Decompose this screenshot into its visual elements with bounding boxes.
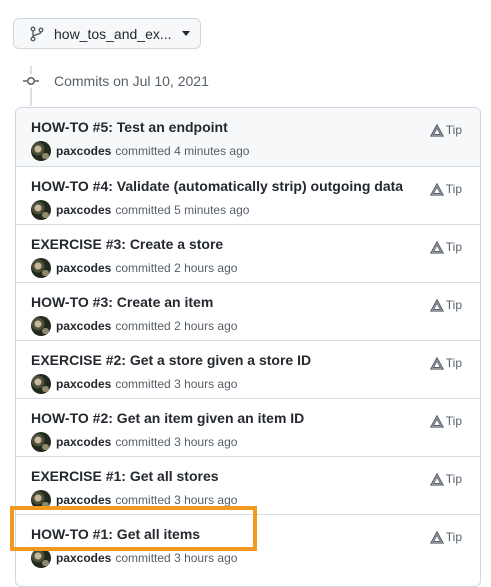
commit-title-link[interactable]: EXERCISE #2: Get a store given a store I…: [31, 352, 311, 368]
commit-row: HOW-TO #2: Get an item given an item ID …: [16, 398, 480, 456]
avatar[interactable]: [31, 374, 51, 394]
tip-button[interactable]: Tip: [429, 414, 462, 428]
commit-verb: committed: [115, 377, 171, 391]
commit-author[interactable]: paxcodes: [56, 144, 111, 158]
commit-time: 3 hours ago: [174, 551, 238, 565]
commit-author[interactable]: paxcodes: [56, 435, 111, 449]
commit-time: 4 minutes ago: [174, 144, 250, 158]
git-branch-icon: [30, 26, 44, 42]
commit-verb: committed: [115, 261, 171, 275]
tip-label: Tip: [445, 182, 462, 196]
tip-icon: [429, 530, 444, 544]
commit-meta: paxcodes committed 2 hours ago: [31, 258, 237, 278]
tip-button[interactable]: Tip: [429, 123, 462, 137]
commit-time: 3 hours ago: [174, 377, 238, 391]
avatar[interactable]: [31, 432, 51, 452]
commit-verb: committed: [115, 144, 171, 158]
commit-title-link[interactable]: HOW-TO #5: Test an endpoint: [31, 119, 228, 135]
tip-button[interactable]: Tip: [429, 356, 462, 370]
tip-label: Tip: [445, 414, 462, 428]
commit-verb: committed: [115, 319, 171, 333]
commit-author[interactable]: paxcodes: [56, 377, 111, 391]
git-commit-icon: [21, 74, 41, 88]
commit-meta: paxcodes committed 3 hours ago: [31, 548, 237, 568]
commit-row: HOW-TO #1: Get all items paxcodes commit…: [16, 514, 480, 572]
commit-time: 2 hours ago: [174, 261, 238, 275]
commit-time: 5 minutes ago: [174, 203, 250, 217]
chevron-down-icon: [181, 31, 190, 36]
commit-row: EXERCISE #1: Get all stores paxcodes com…: [16, 456, 480, 514]
tip-icon: [429, 298, 444, 312]
commits-date-header: Commits on Jul 10, 2021: [54, 73, 209, 89]
commit-meta: paxcodes committed 2 hours ago: [31, 316, 237, 336]
commit-time: 3 hours ago: [174, 493, 238, 507]
tip-label: Tip: [445, 472, 462, 486]
commit-list: HOW-TO #5: Test an endpoint paxcodes com…: [15, 107, 481, 587]
tip-label: Tip: [445, 240, 462, 254]
tip-label: Tip: [445, 298, 462, 312]
tip-label: Tip: [445, 123, 462, 137]
avatar[interactable]: [31, 548, 51, 568]
commit-author[interactable]: paxcodes: [56, 319, 111, 333]
tip-icon: [429, 472, 444, 486]
tip-icon: [429, 182, 444, 196]
tip-icon: [429, 240, 444, 254]
commit-time: 3 hours ago: [174, 435, 238, 449]
commit-row: HOW-TO #5: Test an endpoint paxcodes com…: [16, 108, 480, 166]
commit-author[interactable]: paxcodes: [56, 203, 111, 217]
commit-title-link[interactable]: HOW-TO #3: Create an item: [31, 294, 213, 310]
commit-row: EXERCISE #2: Get a store given a store I…: [16, 340, 480, 398]
avatar[interactable]: [31, 316, 51, 336]
tip-icon: [429, 356, 444, 370]
tip-button[interactable]: Tip: [429, 472, 462, 486]
commit-meta: paxcodes committed 3 hours ago: [31, 490, 237, 510]
avatar[interactable]: [31, 141, 51, 161]
commit-title-link[interactable]: EXERCISE #1: Get all stores: [31, 468, 219, 484]
commit-row: HOW-TO #3: Create an item paxcodes commi…: [16, 282, 480, 340]
tip-button[interactable]: Tip: [429, 182, 462, 196]
tip-label: Tip: [445, 530, 462, 544]
avatar[interactable]: [31, 490, 51, 510]
commit-author[interactable]: paxcodes: [56, 261, 111, 275]
commit-verb: committed: [115, 203, 171, 217]
commit-title-link[interactable]: EXERCISE #3: Create a store: [31, 236, 223, 252]
avatar[interactable]: [31, 258, 51, 278]
commit-verb: committed: [115, 551, 171, 565]
commit-author[interactable]: paxcodes: [56, 551, 111, 565]
commit-row: HOW-TO #4: Validate (automatically strip…: [16, 166, 480, 224]
commit-meta: paxcodes committed 4 minutes ago: [31, 141, 249, 161]
commit-time: 2 hours ago: [174, 319, 238, 333]
tip-button[interactable]: Tip: [429, 530, 462, 544]
commit-title-link[interactable]: HOW-TO #4: Validate (automatically strip…: [31, 178, 403, 194]
commit-title-link[interactable]: HOW-TO #1: Get all items: [31, 526, 200, 542]
commit-meta: paxcodes committed 3 hours ago: [31, 374, 237, 394]
tip-button[interactable]: Tip: [429, 298, 462, 312]
tip-label: Tip: [445, 356, 462, 370]
commit-verb: committed: [115, 493, 171, 507]
commit-row: EXERCISE #3: Create a store paxcodes com…: [16, 224, 480, 282]
commit-author[interactable]: paxcodes: [56, 493, 111, 507]
tip-button[interactable]: Tip: [429, 240, 462, 254]
commit-verb: committed: [115, 435, 171, 449]
avatar[interactable]: [31, 200, 51, 220]
tip-icon: [429, 414, 444, 428]
tip-icon: [429, 123, 444, 137]
commit-meta: paxcodes committed 3 hours ago: [31, 432, 237, 452]
branch-name: how_tos_and_ex...: [54, 25, 172, 42]
commit-title-link[interactable]: HOW-TO #2: Get an item given an item ID: [31, 410, 304, 426]
commit-meta: paxcodes committed 5 minutes ago: [31, 200, 249, 220]
branch-selector-button[interactable]: how_tos_and_ex...: [13, 18, 201, 49]
